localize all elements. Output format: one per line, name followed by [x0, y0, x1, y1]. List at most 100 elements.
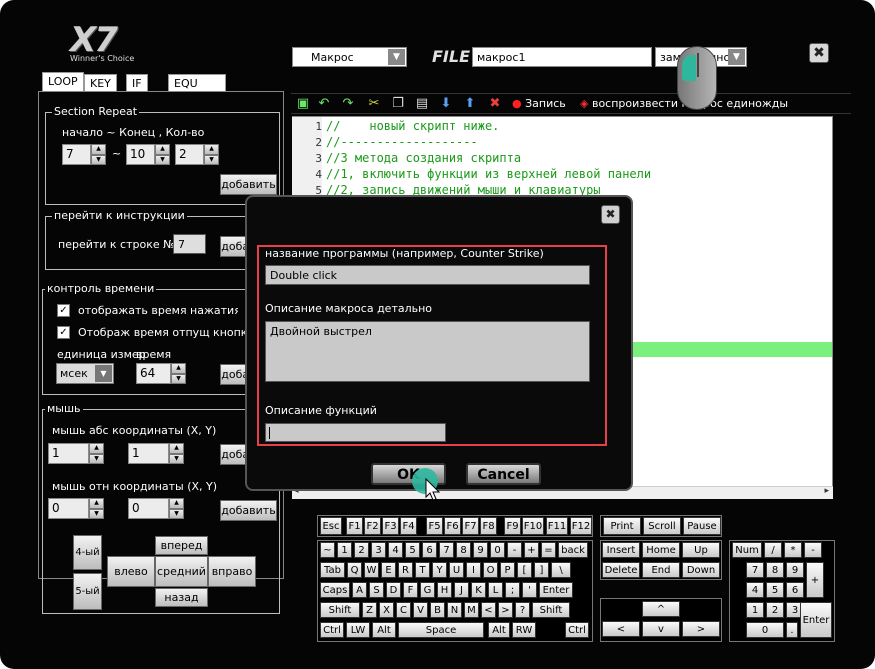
up-arrow-icon[interactable]: ▲ [204, 144, 219, 155]
key-8[interactable]: 8 [456, 542, 471, 558]
key-ctrl[interactable]: Ctrl [565, 622, 589, 638]
key-symbol[interactable]: = [541, 542, 556, 558]
redo-icon[interactable]: ↷ [340, 96, 356, 112]
key-z[interactable]: Z [362, 602, 377, 618]
show-release-checkbox[interactable]: ✓ [57, 326, 70, 339]
copy-icon[interactable]: ❐ [390, 96, 406, 112]
key-rw[interactable]: RW [512, 622, 536, 638]
key-f12[interactable]: F12 [570, 517, 592, 535]
key-0[interactable]: 0 [490, 542, 505, 558]
key-u[interactable]: U [449, 562, 464, 578]
key-symbol[interactable]: + [524, 542, 539, 558]
down-arrow-icon[interactable]: ▼ [171, 373, 186, 384]
paste-icon[interactable]: ▤ [414, 96, 430, 112]
key-symbol[interactable]: ? [515, 602, 530, 618]
key-b[interactable]: B [430, 602, 445, 618]
key-0[interactable]: 0 [746, 622, 784, 638]
key-o[interactable]: O [483, 562, 498, 578]
key-6[interactable]: 6 [786, 582, 804, 598]
program-name-input[interactable]: Double click [265, 265, 590, 285]
key-symbol[interactable]: > [682, 621, 720, 637]
up-arrow-icon[interactable]: ▲ [169, 498, 184, 509]
key-home[interactable]: Home [642, 542, 680, 558]
mouse-rel-x-stepper[interactable]: 0 ▲ ▼ [48, 498, 104, 519]
key-print[interactable]: Print [603, 517, 641, 535]
key-f11[interactable]: F11 [546, 517, 568, 535]
mouse-abs-y-stepper[interactable]: 1 ▲ ▼ [128, 443, 184, 464]
scroll-right-icon[interactable]: ▸ [824, 486, 829, 496]
key-space[interactable]: Space [398, 622, 484, 638]
key-symbol[interactable]: + [806, 562, 824, 598]
key-1[interactable]: 1 [337, 542, 352, 558]
key-symbol[interactable]: < [481, 602, 496, 618]
down-arrow-icon[interactable]: ▼ [169, 508, 184, 519]
mouse-rel-y-stepper[interactable]: 0 ▲ ▼ [128, 498, 184, 519]
key-q[interactable]: Q [347, 562, 362, 578]
key-pause[interactable]: Pause [683, 517, 721, 535]
down-arrow-icon[interactable]: ▼ [89, 453, 104, 464]
record-button[interactable]: ● Запись [512, 96, 566, 112]
key-c[interactable]: C [396, 602, 411, 618]
key-1[interactable]: 1 [746, 602, 764, 618]
move-up-icon[interactable]: ⬆ [462, 96, 478, 112]
function-description-input[interactable] [265, 423, 446, 442]
repeat-start-stepper[interactable]: 7 ▲ ▼ [62, 144, 106, 165]
cut-icon[interactable]: ✂ [366, 96, 382, 112]
key-g[interactable]: G [420, 582, 435, 598]
key-alt[interactable]: Alt [488, 622, 510, 638]
key-9[interactable]: 9 [473, 542, 488, 558]
mouse-right-button[interactable]: вправо [208, 556, 256, 587]
key-caps[interactable]: Caps [320, 582, 350, 598]
file-name-input[interactable]: макрос1 [472, 47, 652, 67]
close-button[interactable]: ✖ [809, 43, 829, 63]
macro-type-select[interactable]: Макрос ▼ [292, 47, 407, 67]
key-alt[interactable]: Alt [372, 622, 396, 638]
key-num[interactable]: Num [732, 542, 762, 558]
key-shift[interactable]: Shift [320, 602, 360, 618]
key-4[interactable]: 4 [746, 582, 764, 598]
key-enter[interactable]: Enter [539, 582, 573, 598]
up-arrow-icon[interactable]: ▲ [169, 443, 184, 454]
key-5[interactable]: 5 [405, 542, 420, 558]
key-symbol[interactable]: ' [522, 582, 537, 598]
key-2[interactable]: 2 [354, 542, 369, 558]
key-symbol[interactable]: - [507, 542, 522, 558]
key-r[interactable]: R [398, 562, 413, 578]
down-arrow-icon[interactable]: ▼ [89, 508, 104, 519]
time-value-stepper[interactable]: 64 ▲ ▼ [136, 363, 186, 384]
mouse-rel-add-button[interactable]: добавить [220, 500, 277, 521]
key-up[interactable]: Up [682, 542, 720, 558]
key-f[interactable]: F [403, 582, 418, 598]
goto-line-input[interactable]: 7 [173, 234, 206, 254]
key-4[interactable]: 4 [388, 542, 403, 558]
up-arrow-icon[interactable]: ▲ [91, 144, 106, 155]
tab-key[interactable]: KEY [84, 74, 117, 92]
up-arrow-icon[interactable]: ▲ [89, 443, 104, 454]
key-6[interactable]: 6 [422, 542, 437, 558]
key-w[interactable]: W [364, 562, 379, 578]
key-7[interactable]: 7 [439, 542, 454, 558]
key-e[interactable]: E [381, 562, 396, 578]
move-down-icon[interactable]: ⬇ [438, 96, 454, 112]
key-j[interactable]: J [454, 582, 469, 598]
mouse-button-5[interactable]: 5-ый [73, 573, 102, 610]
key-f8[interactable]: F8 [480, 517, 497, 535]
key-f7[interactable]: F7 [462, 517, 479, 535]
mouse-abs-x-stepper[interactable]: 1 ▲ ▼ [48, 443, 104, 464]
mouse-forward-button[interactable]: вперед [155, 536, 208, 555]
key-f9[interactable]: F9 [504, 517, 521, 535]
key-p[interactable]: P [500, 562, 515, 578]
mouse-left-button[interactable]: влево [107, 556, 155, 587]
key-symbol[interactable]: ~ [320, 542, 335, 558]
key-a[interactable]: A [352, 582, 367, 598]
key-5[interactable]: 5 [766, 582, 784, 598]
key-symbol[interactable]: * [784, 542, 802, 558]
key-symbol[interactable]: . [786, 622, 798, 638]
show-press-checkbox[interactable]: ✓ [57, 304, 70, 317]
key-h[interactable]: H [437, 582, 452, 598]
key-v[interactable]: V [413, 602, 428, 618]
key-symbol[interactable]: \ [551, 562, 571, 578]
key-v[interactable]: v [642, 621, 680, 637]
dialog-close-button[interactable]: ✖ [601, 205, 620, 224]
key-y[interactable]: Y [432, 562, 447, 578]
